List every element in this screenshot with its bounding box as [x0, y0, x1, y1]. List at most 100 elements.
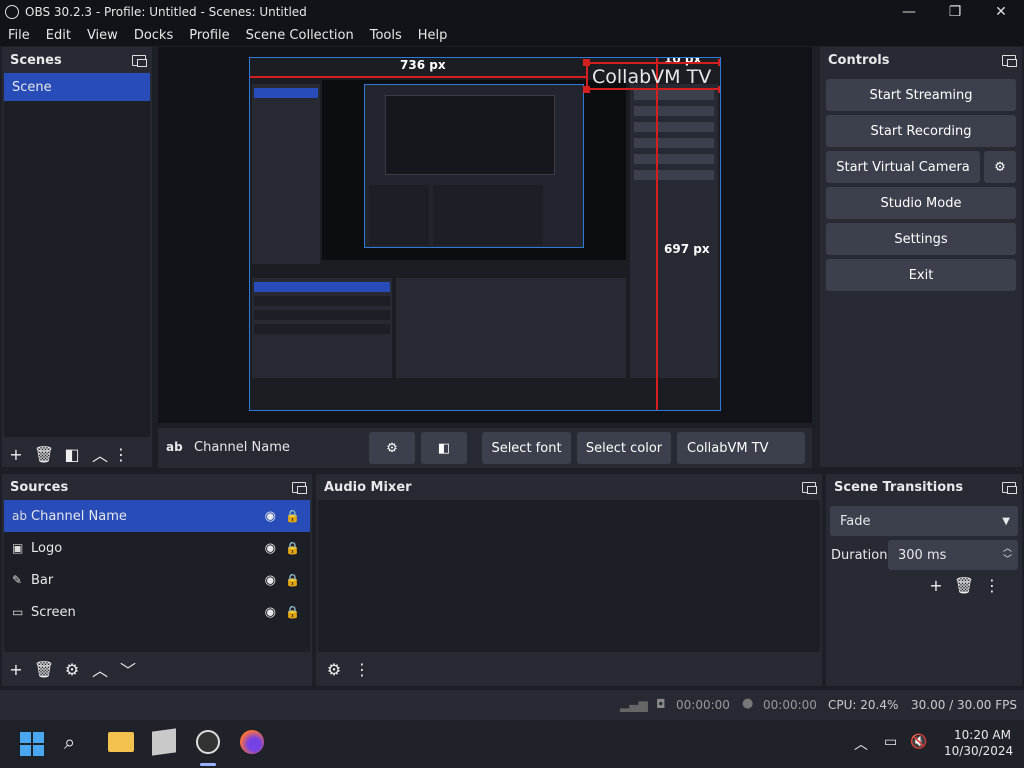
trash-icon[interactable]: 🗑 [950, 572, 978, 598]
monitor-icon: ▭ [12, 605, 24, 619]
windows-start-icon[interactable] [20, 732, 44, 756]
source-item[interactable]: ✎ Bar ◉ 🔒 [4, 564, 310, 596]
source-properties-button[interactable]: ⚙ [369, 432, 415, 464]
source-item[interactable]: ab Channel Name ◉ 🔒 [4, 500, 310, 532]
chevron-up-icon[interactable]: ︿ [86, 656, 114, 682]
text-type-icon: ab [166, 440, 183, 454]
select-font-label: Select font [491, 440, 562, 456]
exit-button[interactable]: Exit [826, 259, 1016, 291]
eye-icon[interactable]: ◉ [265, 509, 276, 524]
lock-icon[interactable]: 🔒 [285, 509, 300, 523]
eye-icon[interactable]: ◉ [265, 541, 276, 556]
scene-item-label: Scene [12, 79, 52, 95]
resize-handle-tr[interactable] [718, 59, 720, 66]
undock-icon[interactable] [292, 481, 307, 494]
start-streaming-button[interactable]: Start Streaming [826, 79, 1016, 111]
scenes-dock: Scenes Scene + 🗑 ◧ ︿ ⋮ [2, 47, 152, 467]
add-icon[interactable]: + [922, 572, 950, 598]
select-font-button[interactable]: Select font [482, 432, 571, 464]
more-icon[interactable]: ⋮ [978, 572, 1006, 598]
lock-icon[interactable]: 🔒 [285, 573, 300, 587]
close-button[interactable]: ✕ [978, 0, 1024, 24]
gear-icon[interactable]: ⚙ [320, 656, 348, 682]
search-icon[interactable]: ⌕ [64, 730, 75, 754]
undock-icon[interactable] [1002, 54, 1017, 67]
studio-mode-button[interactable]: Studio Mode [826, 187, 1016, 219]
settings-label: Settings [894, 231, 948, 247]
trash-icon[interactable]: 🗑 [30, 441, 58, 467]
eye-icon[interactable]: ◉ [265, 605, 276, 620]
package-icon[interactable] [152, 728, 176, 756]
filter-icon[interactable]: ◧ [58, 441, 86, 467]
menu-tools[interactable]: Tools [362, 28, 410, 43]
start-virtual-camera-button[interactable]: Start Virtual Camera [826, 151, 980, 183]
volume-muted-icon[interactable]: 🔇 [910, 734, 927, 750]
spin-arrows-icon[interactable]: ︿ ﹀ [1003, 544, 1012, 566]
source-item-label: Logo [31, 540, 63, 556]
eye-icon[interactable]: ◉ [265, 573, 276, 588]
menu-scene-collection[interactable]: Scene Collection [238, 28, 362, 43]
add-icon[interactable]: + [2, 656, 30, 682]
undock-icon[interactable] [802, 481, 817, 494]
clock-date[interactable]: 10/30/2024 [944, 744, 1013, 758]
network-icon[interactable]: ▭ [884, 734, 897, 750]
controls-title: Controls [828, 52, 890, 68]
preview-canvas[interactable]: 736 px 10 px 697 px CollabVM TV [249, 57, 721, 411]
menu-help[interactable]: Help [410, 28, 456, 43]
menu-docks[interactable]: Docks [126, 28, 181, 43]
source-item[interactable]: ▣ Logo ◉ 🔒 [4, 532, 310, 564]
minimize-button[interactable]: — [886, 0, 932, 24]
firefox-icon[interactable] [240, 730, 264, 754]
selected-text-source[interactable]: CollabVM TV [583, 59, 720, 93]
audio-mixer-toolbar: ⚙ ⋮ [320, 656, 376, 682]
resize-handle-bl[interactable] [583, 86, 590, 93]
menu-file[interactable]: File [0, 28, 38, 43]
lock-icon[interactable]: 🔒 [285, 541, 300, 555]
chevron-down-icon: ▼ [1002, 515, 1010, 527]
transition-select[interactable]: Fade ▼ [830, 506, 1018, 536]
transitions-toolbar: + 🗑 ⋮ [922, 572, 1006, 598]
start-virtual-camera-label: Start Virtual Camera [836, 159, 970, 175]
virtual-camera-settings-button[interactable]: ⚙ [984, 151, 1016, 183]
file-explorer-icon[interactable] [108, 732, 134, 752]
chevron-up-icon[interactable]: ︿ [854, 734, 868, 754]
menu-edit[interactable]: Edit [38, 28, 79, 43]
brush-icon: ✎ [12, 573, 23, 587]
chevron-down-icon[interactable]: ﹀ [114, 656, 142, 682]
gear-icon[interactable]: ⚙ [58, 656, 86, 682]
resize-handle-tl[interactable] [583, 59, 590, 66]
sources-toolbar: + 🗑 ⚙ ︿ ﹀ [2, 656, 142, 682]
scene-item[interactable]: Scene [4, 73, 150, 101]
nested-audio [396, 278, 626, 378]
text-value-field[interactable]: CollabVM TV [677, 432, 805, 464]
more-icon[interactable]: ⋮ [348, 656, 376, 682]
add-icon[interactable]: + [2, 441, 30, 467]
start-recording-label: Start Recording [870, 123, 972, 139]
more-icon[interactable]: ⋮ [113, 441, 129, 467]
source-filters-button[interactable]: ◧ [421, 432, 467, 464]
menu-view[interactable]: View [79, 28, 126, 43]
start-streaming-label: Start Streaming [869, 87, 973, 103]
menu-bar: File Edit View Docks Profile Scene Colle… [0, 24, 1024, 46]
settings-button[interactable]: Settings [826, 223, 1016, 255]
studio-mode-label: Studio Mode [880, 195, 962, 211]
source-item-label: Screen [31, 604, 76, 620]
select-color-button[interactable]: Select color [577, 432, 671, 464]
menu-profile[interactable]: Profile [181, 28, 237, 43]
clock-time[interactable]: 10:20 AM [954, 728, 1011, 742]
chevron-up-icon[interactable]: ︿ [86, 441, 114, 467]
trash-icon[interactable]: 🗑 [30, 656, 58, 682]
undock-icon[interactable] [1002, 481, 1017, 494]
start-recording-button[interactable]: Start Recording [826, 115, 1016, 147]
maximize-button[interactable]: ❐ [932, 0, 978, 24]
source-item[interactable]: ▭ Screen ◉ 🔒 [4, 596, 310, 628]
undock-icon[interactable] [132, 54, 147, 67]
source-toolbar: ab Channel Name ⚙ ◧ Select font Select c… [158, 428, 812, 468]
resize-handle-br[interactable] [718, 86, 720, 93]
lock-icon[interactable]: 🔒 [285, 605, 300, 619]
obs-taskbar-icon[interactable] [196, 730, 220, 754]
gear-icon: ⚙ [994, 159, 1006, 175]
transition-selected: Fade [840, 513, 871, 529]
duration-spinbox[interactable]: 300 ms ︿ ﹀ [888, 540, 1018, 570]
preview-area[interactable]: 736 px 10 px 697 px CollabVM TV [158, 47, 812, 423]
